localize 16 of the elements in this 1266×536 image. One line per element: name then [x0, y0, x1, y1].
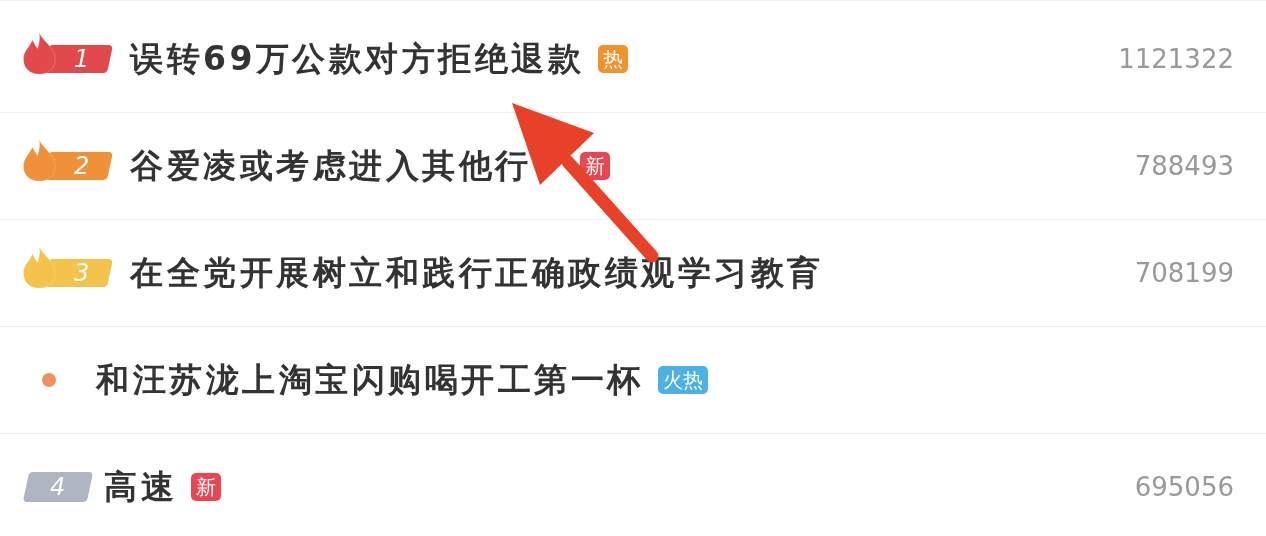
rank-number: 1: [73, 45, 90, 73]
topic-tag: 新: [191, 473, 221, 501]
topic-title[interactable]: 误转69万公款对方拒绝退款: [130, 36, 585, 82]
heat-count: 788493: [1134, 151, 1234, 181]
topic-title[interactable]: 在全党开展树立和践行正确政绩观学习教育: [130, 250, 824, 296]
heat-count: 1121322: [1118, 44, 1234, 74]
topic-tag: 火热: [657, 366, 708, 394]
heat-count: 695056: [1134, 472, 1234, 502]
rank-number: 2: [73, 152, 90, 180]
topic-title[interactable]: 谷爱凌或考虑进入其他行: [130, 143, 532, 189]
topic-tag: 热: [598, 45, 629, 73]
rank-number: 4: [50, 473, 66, 501]
rank-number: 3: [73, 259, 90, 287]
heat-count: 708199: [1134, 258, 1234, 288]
topic-title[interactable]: 高速: [104, 464, 177, 510]
topic-title[interactable]: 和汪苏泷上淘宝闪购喝开工第一杯: [96, 357, 644, 403]
